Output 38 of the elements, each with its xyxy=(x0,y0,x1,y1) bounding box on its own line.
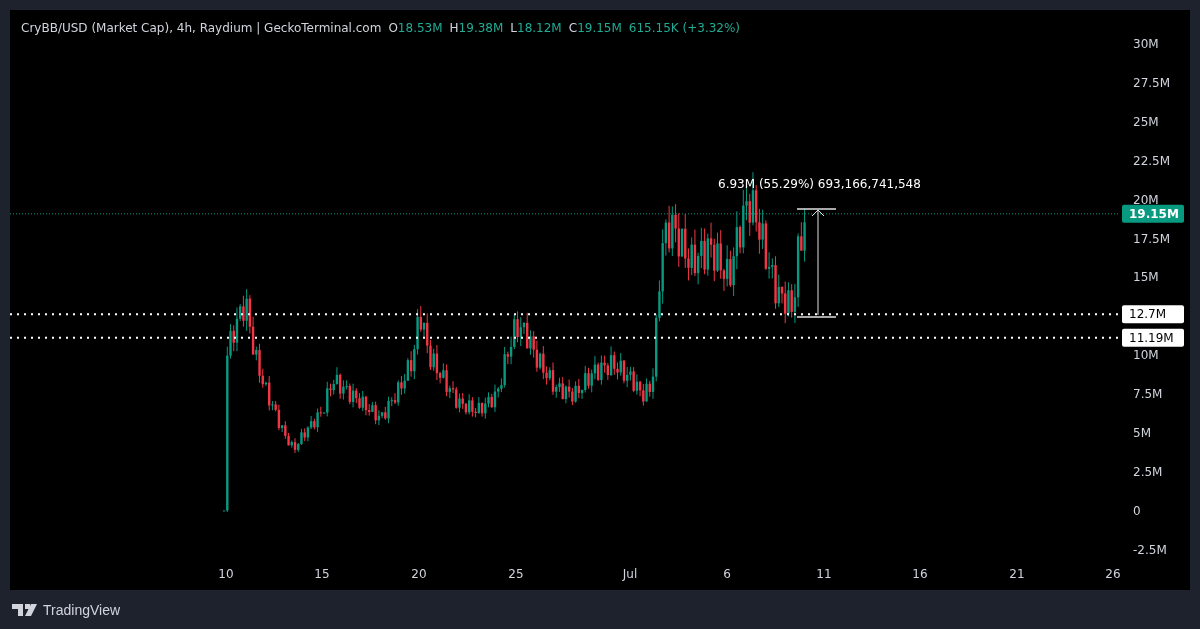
time-axis-label: 21 xyxy=(1009,567,1025,581)
brand-name: TradingView xyxy=(43,601,121,618)
price-axis-label: 20M xyxy=(1133,192,1159,207)
time-axis-label: 6 xyxy=(723,567,731,581)
measure-arrow[interactable] xyxy=(796,208,837,318)
last-price-tag: 19.15M xyxy=(1122,204,1184,223)
time-axis-label: 26 xyxy=(1105,567,1121,581)
price-axis-label: 5M xyxy=(1133,426,1151,440)
time-axis-label: 25 xyxy=(508,567,524,581)
price-level-tag: 11.19M xyxy=(1122,328,1184,347)
ohlc-value: H19.38M xyxy=(449,21,504,35)
price-axis-label: 17.5M xyxy=(1133,231,1171,246)
ohlc-value: L18.12M xyxy=(510,21,562,35)
ohlc-value: C19.15M xyxy=(568,21,622,35)
logo-icon xyxy=(12,603,38,616)
change-value: 615.15K (+3.32%) xyxy=(628,21,741,35)
price-level-tag: 12.7M xyxy=(1122,305,1184,324)
time-axis-label: 20 xyxy=(411,567,427,581)
horizontal-line[interactable] xyxy=(10,313,1119,316)
price-axis-label: -2.5M xyxy=(1133,542,1167,557)
ohlc-value: O18.53M xyxy=(388,21,443,35)
price-axis-label: 27.5M xyxy=(1133,75,1171,90)
price-axis-label: 30M xyxy=(1133,37,1159,51)
price-axis-label: 15M xyxy=(1133,270,1159,285)
symbol-title: CryBB/USD (Market Cap), 4h, Raydium | GeckoTerminal.com xyxy=(21,21,382,35)
measure-label: 6.93M (55.29%) 693,166,741,548 xyxy=(718,177,921,191)
price-axis-label: 2.5M xyxy=(1133,464,1163,479)
time-axis-label: 11 xyxy=(816,567,832,581)
time-axis-label: 10 xyxy=(218,567,234,581)
horizontal-line[interactable] xyxy=(10,336,1119,339)
price-axis-label: 7.5M xyxy=(1133,387,1163,402)
price-axis-label: 22.5M xyxy=(1133,153,1171,168)
time-axis-label: Jul xyxy=(622,567,638,581)
price-axis-label: 0 xyxy=(1133,503,1141,518)
time-axis-label: 16 xyxy=(912,567,928,581)
price-axis-label: 25M xyxy=(1133,114,1159,129)
time-axis-label: 15 xyxy=(314,567,330,581)
price-axis-label: 10M xyxy=(1133,348,1159,363)
